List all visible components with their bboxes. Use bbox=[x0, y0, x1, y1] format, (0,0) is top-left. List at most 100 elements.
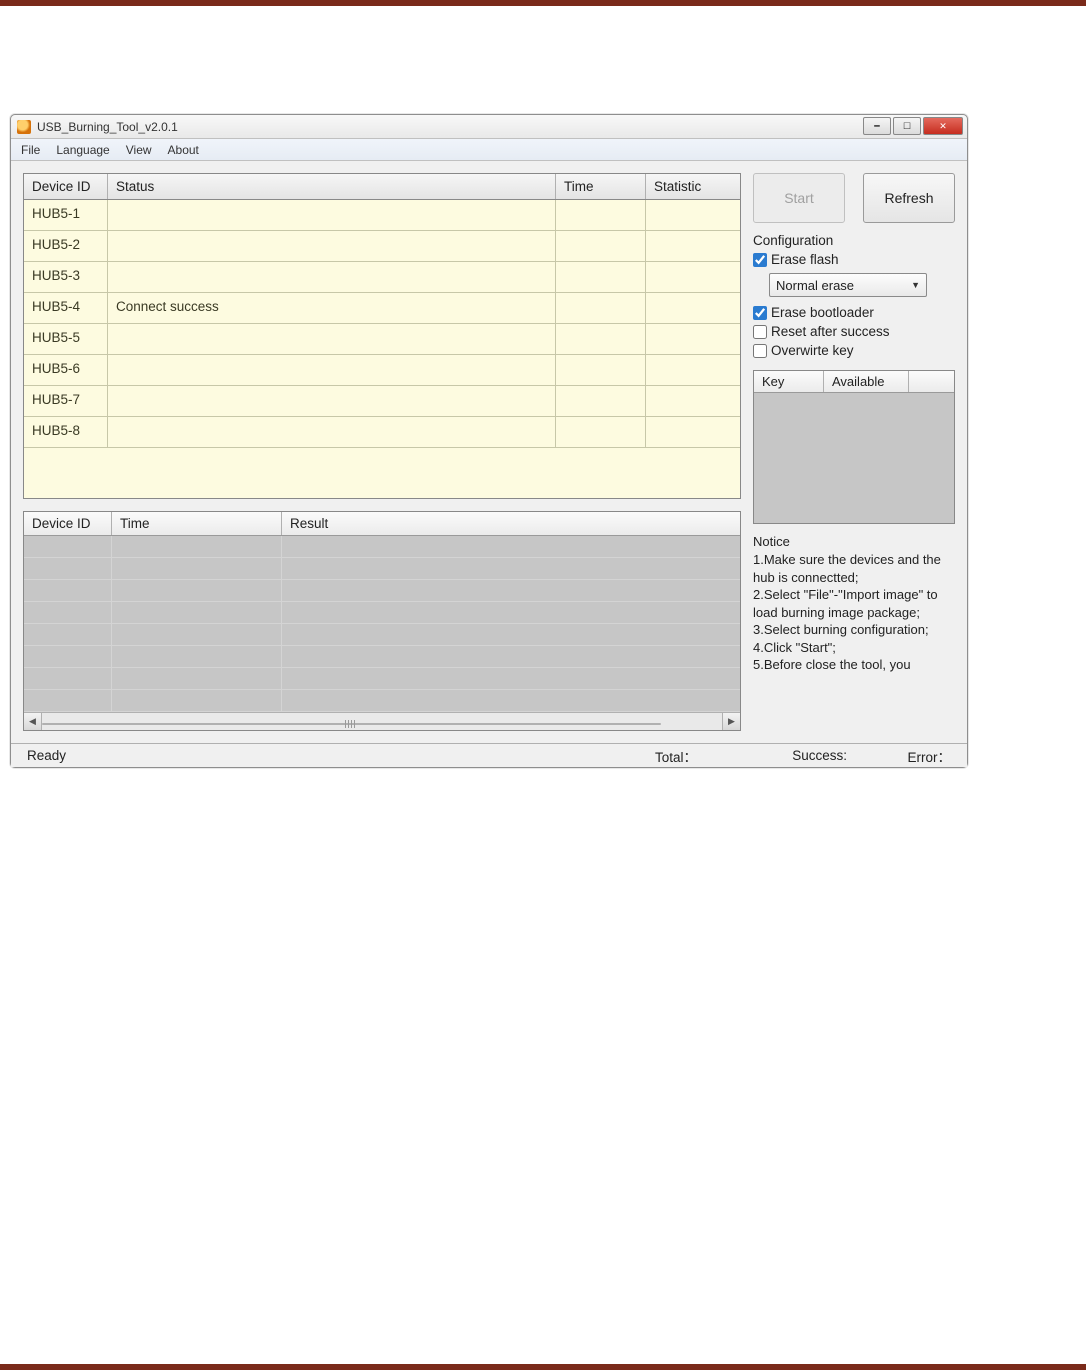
overwrite-key-input[interactable] bbox=[753, 344, 767, 358]
result-row[interactable] bbox=[24, 536, 740, 558]
device-row[interactable]: HUB5-4Connect success bbox=[24, 293, 740, 324]
configuration-legend: Configuration bbox=[753, 233, 955, 248]
device-row[interactable]: HUB5-8 bbox=[24, 417, 740, 448]
col-statistic[interactable]: Statistic bbox=[646, 174, 740, 199]
device-row[interactable]: HUB5-6 bbox=[24, 355, 740, 386]
result-row[interactable] bbox=[24, 602, 740, 624]
key-table-header: Key Available bbox=[754, 371, 954, 393]
device-status-cell bbox=[108, 324, 556, 354]
result-row[interactable] bbox=[24, 580, 740, 602]
result-time-cell bbox=[112, 690, 282, 711]
menu-language[interactable]: Language bbox=[50, 141, 119, 159]
result-id-cell bbox=[24, 580, 112, 601]
client-area: Device ID Status Time Statistic HUB5-1HU… bbox=[11, 161, 967, 743]
result-time-cell bbox=[112, 602, 282, 623]
result-table-header: Device ID Time Result bbox=[24, 512, 740, 536]
maximize-button[interactable]: ☐ bbox=[893, 117, 921, 135]
device-time-cell bbox=[556, 355, 646, 385]
rcol-time[interactable]: Time bbox=[112, 512, 282, 535]
device-table-header: Device ID Status Time Statistic bbox=[24, 174, 740, 200]
notice-legend: Notice bbox=[753, 534, 955, 549]
device-time-cell bbox=[556, 417, 646, 447]
overwrite-key-checkbox[interactable]: Overwirte key bbox=[753, 341, 955, 360]
close-button[interactable]: ✕ bbox=[923, 117, 963, 135]
device-row[interactable]: HUB5-7 bbox=[24, 386, 740, 417]
scroll-left-icon[interactable]: ◀ bbox=[24, 713, 42, 730]
device-stat-cell bbox=[646, 386, 740, 416]
erase-flash-checkbox[interactable]: Erase flash bbox=[753, 250, 955, 269]
menu-file[interactable]: File bbox=[15, 141, 50, 159]
result-res-cell bbox=[282, 624, 740, 645]
result-res-cell bbox=[282, 602, 740, 623]
app-icon bbox=[17, 120, 31, 134]
window-title: USB_Burning_Tool_v2.0.1 bbox=[37, 120, 178, 134]
kcol-key[interactable]: Key bbox=[754, 371, 824, 392]
left-column: Device ID Status Time Statistic HUB5-1HU… bbox=[23, 173, 741, 731]
menu-view[interactable]: View bbox=[120, 141, 162, 159]
result-row[interactable] bbox=[24, 558, 740, 580]
erase-mode-value: Normal erase bbox=[776, 278, 854, 293]
status-ready: Ready bbox=[17, 748, 557, 763]
col-time[interactable]: Time bbox=[556, 174, 646, 199]
key-table[interactable]: Key Available bbox=[753, 370, 955, 524]
scroll-right-icon[interactable]: ▶ bbox=[722, 713, 740, 730]
result-id-cell bbox=[24, 690, 112, 711]
device-row[interactable]: HUB5-3 bbox=[24, 262, 740, 293]
device-table[interactable]: Device ID Status Time Statistic HUB5-1HU… bbox=[23, 173, 741, 499]
result-time-cell bbox=[112, 558, 282, 579]
device-stat-cell bbox=[646, 293, 740, 323]
result-res-cell bbox=[282, 668, 740, 689]
result-id-cell bbox=[24, 536, 112, 557]
result-row[interactable] bbox=[24, 624, 740, 646]
result-res-cell bbox=[282, 580, 740, 601]
device-status-cell bbox=[108, 417, 556, 447]
rcol-device-id[interactable]: Device ID bbox=[24, 512, 112, 535]
result-row[interactable] bbox=[24, 646, 740, 668]
erase-flash-input[interactable] bbox=[753, 253, 767, 267]
result-time-cell bbox=[112, 580, 282, 601]
app-window: USB_Burning_Tool_v2.0.1 ━ ☐ ✕ File Langu… bbox=[10, 114, 968, 768]
start-button[interactable]: Start bbox=[753, 173, 845, 223]
result-table[interactable]: Device ID Time Result bbox=[24, 512, 740, 712]
kcol-spacer bbox=[909, 371, 954, 392]
device-status-cell bbox=[108, 355, 556, 385]
result-time-cell bbox=[112, 624, 282, 645]
device-id-cell: HUB5-8 bbox=[24, 417, 108, 447]
reset-after-checkbox[interactable]: Reset after success bbox=[753, 322, 955, 341]
erase-bootloader-label: Erase bootloader bbox=[771, 305, 874, 320]
horizontal-scrollbar[interactable]: ◀ ▶ bbox=[24, 712, 740, 730]
kcol-available[interactable]: Available bbox=[824, 371, 909, 392]
device-status-cell bbox=[108, 386, 556, 416]
device-time-cell bbox=[556, 324, 646, 354]
device-time-cell bbox=[556, 293, 646, 323]
device-status-cell: Connect success bbox=[108, 293, 556, 323]
result-id-cell bbox=[24, 646, 112, 667]
device-stat-cell bbox=[646, 417, 740, 447]
col-device-id[interactable]: Device ID bbox=[24, 174, 108, 199]
rcol-result[interactable]: Result bbox=[282, 512, 740, 535]
refresh-button[interactable]: Refresh bbox=[863, 173, 955, 223]
device-id-cell: HUB5-7 bbox=[24, 386, 108, 416]
erase-bootloader-checkbox[interactable]: Erase bootloader bbox=[753, 303, 955, 322]
device-row[interactable]: HUB5-2 bbox=[24, 231, 740, 262]
configuration-group: Configuration Erase flash Normal erase ▼… bbox=[753, 233, 955, 360]
minimize-button[interactable]: ━ bbox=[863, 117, 891, 135]
scroll-thumb[interactable] bbox=[42, 723, 661, 725]
reset-after-input[interactable] bbox=[753, 325, 767, 339]
menubar: File Language View About bbox=[11, 139, 967, 161]
result-time-cell bbox=[112, 668, 282, 689]
device-row[interactable]: HUB5-5 bbox=[24, 324, 740, 355]
menu-about[interactable]: About bbox=[162, 141, 209, 159]
device-time-cell bbox=[556, 200, 646, 230]
col-status[interactable]: Status bbox=[108, 174, 556, 199]
device-row[interactable]: HUB5-1 bbox=[24, 200, 740, 231]
result-row[interactable] bbox=[24, 690, 740, 712]
erase-bootloader-input[interactable] bbox=[753, 306, 767, 320]
result-res-cell bbox=[282, 558, 740, 579]
device-table-empty-area bbox=[24, 448, 740, 498]
device-status-cell bbox=[108, 231, 556, 261]
titlebar[interactable]: USB_Burning_Tool_v2.0.1 ━ ☐ ✕ bbox=[11, 115, 967, 139]
result-time-cell bbox=[112, 536, 282, 557]
erase-mode-select[interactable]: Normal erase ▼ bbox=[769, 273, 927, 297]
result-row[interactable] bbox=[24, 668, 740, 690]
